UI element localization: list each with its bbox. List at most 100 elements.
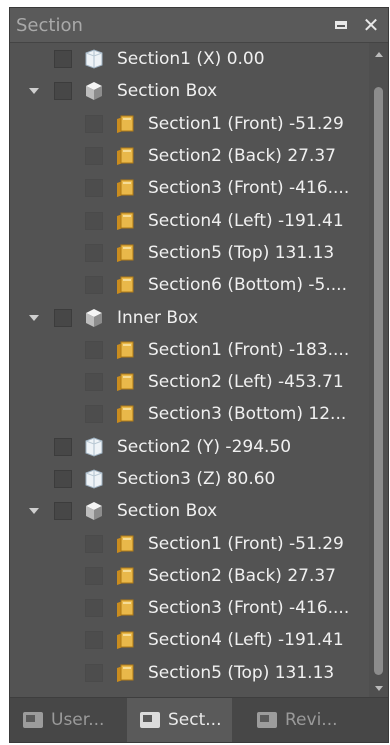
folder-icon [114,145,136,167]
visibility-checkbox[interactable] [54,82,72,101]
visibility-checkbox[interactable] [54,50,72,69]
tree-row[interactable]: Section3 (Front) -416.... [10,592,370,624]
folder-icon [114,662,136,684]
visibility-checkbox[interactable] [85,211,103,230]
section-plane-icon [83,468,105,490]
visibility-checkbox[interactable] [85,243,103,262]
expand-toggle[interactable] [27,311,41,325]
expand-toggle[interactable] [27,504,41,518]
tree-row-label: Section2 (Back) 27.37 [148,146,336,167]
visibility-checkbox[interactable] [85,631,103,650]
box-icon [83,500,105,522]
tree-row[interactable]: Section2 (Left) -453.71 [10,366,370,398]
tree-row[interactable]: Section2 (Back) 27.37 [10,560,370,592]
review-tab-icon [256,711,278,729]
panel-titlebar[interactable]: Section ✕ [10,8,388,43]
visibility-checkbox[interactable] [85,566,103,585]
visibility-checkbox[interactable] [54,308,72,327]
visibility-checkbox[interactable] [85,405,103,424]
visibility-checkbox[interactable] [85,340,103,359]
tree-row[interactable]: Section Box [10,495,370,527]
tree-row[interactable]: Inner Box [10,301,370,333]
folder-icon [114,242,136,264]
tab-section[interactable]: Sect... [127,698,232,742]
tree-row[interactable]: Section1 (Front) -51.29 [10,108,370,140]
folder-icon [114,177,136,199]
tree-row-label: Section6 (Bottom) -5.... [148,275,347,296]
tree-row-label: Inner Box [117,307,199,328]
tab-label: Sect... [168,710,222,730]
box-icon [83,307,105,329]
tree-row[interactable]: Section6 (Bottom) -5.... [10,269,370,301]
tree-row[interactable]: Section5 (Top) 131.13 [10,657,370,689]
tree-row[interactable]: Section1 (Front) -51.29 [10,527,370,559]
panel-tab-bar: User... Sect... Revi... [10,697,388,742]
visibility-checkbox[interactable] [85,663,103,682]
tree-row-label: Section4 (Left) -191.41 [148,210,344,231]
section-tab-icon [139,711,161,729]
restore-button[interactable] [328,12,354,38]
tree-row[interactable]: Section3 (Z) 80.60 [10,463,370,495]
visibility-checkbox[interactable] [85,179,103,198]
tree-row[interactable]: Section3 (Bottom) 12... [10,398,370,430]
box-icon [83,80,105,102]
section-panel: Section ✕ Section1 (X) 0.00 Section Box Se… [9,7,389,743]
tree-row-label: Section2 (Y) -294.50 [117,436,292,457]
tab-label: Revi... [285,710,338,730]
tree-row-label: Section1 (Front) -183.... [148,339,350,360]
visibility-checkbox[interactable] [85,147,103,166]
scroll-down-button[interactable] [369,679,388,697]
tree-row-label: Section Box [117,81,218,102]
tree-row-label: Section3 (Front) -416.... [148,598,350,619]
tree-row-label: Section4 (Left) -191.41 [148,630,344,651]
close-icon: ✕ [362,13,380,37]
scroll-up-arrow-icon [374,51,383,57]
tree-row[interactable]: Section Box [10,75,370,107]
folder-icon [114,339,136,361]
visibility-checkbox[interactable] [54,437,72,456]
tree-row[interactable]: Section2 (Y) -294.50 [10,431,370,463]
scroll-up-button[interactable] [369,45,388,63]
visibility-checkbox[interactable] [85,373,103,392]
tree-row[interactable]: Section1 (Front) -183.... [10,334,370,366]
close-button[interactable]: ✕ [358,12,384,38]
scroll-down-arrow-icon [374,685,383,691]
tree-row-label: Section1 (X) 0.00 [117,49,265,70]
tree-row-label: Section2 (Left) -453.71 [148,372,344,393]
tree-row[interactable]: Section2 (Back) 27.37 [10,140,370,172]
visibility-checkbox[interactable] [85,114,103,133]
tree-row[interactable]: Section5 (Top) 131.13 [10,237,370,269]
tree-row-label: Section Box [117,501,218,522]
folder-icon [114,597,136,619]
tab-review[interactable]: Revi... [244,698,349,742]
folder-icon [114,533,136,555]
section-plane-icon [83,436,105,458]
visibility-checkbox[interactable] [85,276,103,295]
tree-row-label: Section1 (Front) -51.29 [148,533,344,554]
tree-row[interactable]: Section4 (Left) -191.41 [10,624,370,656]
user-tab-icon [22,711,44,729]
tab-user[interactable]: User... [10,698,115,742]
visibility-checkbox[interactable] [54,502,72,521]
visibility-checkbox[interactable] [54,470,72,488]
tree-row-label: Section5 (Top) 131.13 [148,242,335,263]
tree-row-label: Section1 (Front) -51.29 [148,113,344,134]
tree-row-label: Section3 (Bottom) 12... [148,404,347,425]
section-tree[interactable]: Section1 (X) 0.00 Section Box Section1 (Fr… [10,43,370,699]
restore-icon [335,21,347,29]
folder-icon [114,113,136,135]
visibility-checkbox[interactable] [85,534,103,553]
visibility-checkbox[interactable] [85,599,103,618]
folder-icon [114,371,136,393]
tree-row[interactable]: Section3 (Front) -416.... [10,172,370,204]
tree-row[interactable]: Section4 (Left) -191.41 [10,204,370,236]
tab-label: User... [51,710,105,730]
folder-icon [114,403,136,425]
scrollbar-thumb[interactable] [374,87,383,675]
section-plane-icon [83,48,105,70]
tree-row[interactable]: Section1 (X) 0.00 [10,43,370,75]
folder-icon [114,210,136,232]
vertical-scrollbar[interactable] [369,43,388,699]
tree-row-label: Section2 (Back) 27.37 [148,565,336,586]
expand-toggle[interactable] [27,84,41,98]
